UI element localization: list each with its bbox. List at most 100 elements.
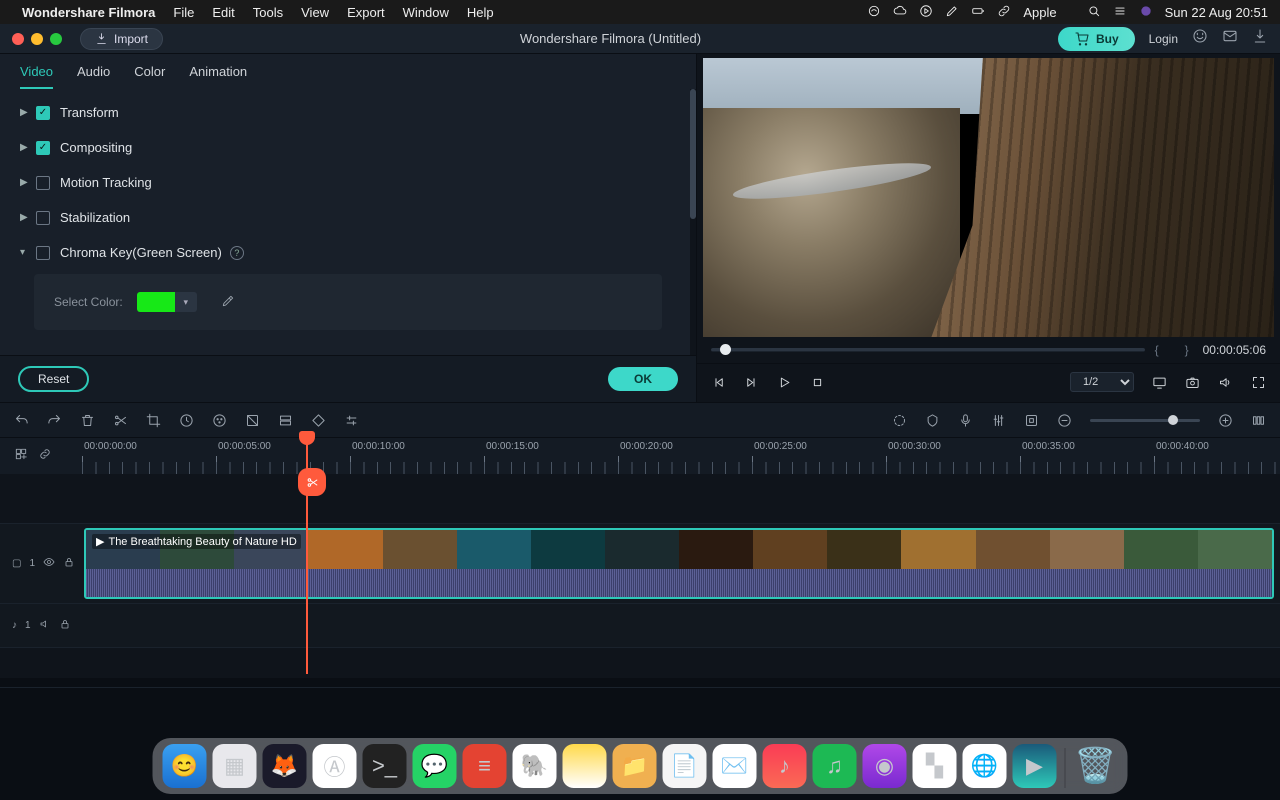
menu-view[interactable]: View xyxy=(301,5,329,20)
checkbox-chroma-key[interactable] xyxy=(36,246,50,260)
record-voiceover-icon[interactable] xyxy=(958,413,973,428)
status-pen-icon[interactable] xyxy=(945,4,959,21)
dock-app-notes[interactable] xyxy=(563,744,607,788)
login-link[interactable]: Login xyxy=(1149,32,1178,46)
zoom-out-icon[interactable] xyxy=(1057,413,1072,428)
app-name[interactable]: Wondershare Filmora xyxy=(22,5,155,20)
download-icon[interactable] xyxy=(1252,28,1268,49)
property-motion-tracking[interactable]: ▶ Motion Tracking xyxy=(14,165,682,200)
ok-button[interactable]: OK xyxy=(608,367,678,391)
status-control-center-icon[interactable] xyxy=(1113,4,1127,21)
dock-trash[interactable]: 🗑️ xyxy=(1074,744,1118,788)
menu-edit[interactable]: Edit xyxy=(212,5,234,20)
tab-color[interactable]: Color xyxy=(134,64,165,89)
prev-frame-button[interactable] xyxy=(711,375,726,390)
next-frame-button[interactable] xyxy=(744,375,759,390)
dock-app-evernote[interactable]: 🐘 xyxy=(513,744,557,788)
render-icon[interactable] xyxy=(892,413,907,428)
support-icon[interactable] xyxy=(1192,28,1208,49)
help-icon[interactable]: ? xyxy=(230,246,244,260)
mix-icon[interactable] xyxy=(1024,413,1039,428)
property-chroma-key[interactable]: ▾ Chroma Key(Green Screen) ? xyxy=(14,235,682,270)
dock-app-app-a[interactable]: Ⓐ xyxy=(313,744,357,788)
tab-animation[interactable]: Animation xyxy=(189,64,247,89)
import-button[interactable]: Import xyxy=(80,28,163,50)
audio-track-1[interactable]: ♪ 1 xyxy=(0,604,1280,648)
dock-app-launchpad[interactable]: ▦ xyxy=(213,744,257,788)
status-search-icon[interactable] xyxy=(1087,4,1101,21)
detach-icon[interactable] xyxy=(278,413,293,428)
display-icon[interactable] xyxy=(1152,375,1167,390)
menubar-clock[interactable]: Sun 22 Aug 20:51 xyxy=(1165,5,1268,20)
preview-scrubber[interactable] xyxy=(711,348,1145,352)
property-transform[interactable]: ▶ Transform xyxy=(14,95,682,130)
zoom-fit-icon[interactable] xyxy=(1251,413,1266,428)
track-visibility-icon[interactable] xyxy=(43,556,55,571)
track-mute-icon[interactable] xyxy=(39,618,51,633)
dock-app-firefox[interactable]: 🦊 xyxy=(263,744,307,788)
chevron-down-icon[interactable]: ▾ xyxy=(175,292,197,312)
dock-app-whatsapp[interactable]: 💬 xyxy=(413,744,457,788)
status-cloud-icon[interactable] xyxy=(893,4,907,21)
green-screen-icon[interactable] xyxy=(245,413,260,428)
speed-icon[interactable] xyxy=(179,413,194,428)
color-icon[interactable] xyxy=(212,413,227,428)
menu-export[interactable]: Export xyxy=(347,5,385,20)
dock-app-pages[interactable]: 📄 xyxy=(663,744,707,788)
timeline-link-icon[interactable] xyxy=(38,447,52,466)
checkbox-stabilization[interactable] xyxy=(36,211,50,225)
play-button[interactable] xyxy=(777,375,792,390)
preview-viewport[interactable] xyxy=(703,58,1274,337)
checkbox-transform[interactable] xyxy=(36,106,50,120)
menu-tools[interactable]: Tools xyxy=(253,5,283,20)
zoom-in-icon[interactable] xyxy=(1218,413,1233,428)
track-lock-icon[interactable] xyxy=(59,618,71,633)
property-stabilization[interactable]: ▶ Stabilization xyxy=(14,200,682,235)
status-cast-icon[interactable] xyxy=(867,4,881,21)
status-text[interactable]: Apple xyxy=(1023,5,1056,20)
reset-button[interactable]: Reset xyxy=(18,366,89,392)
timeline-ruler[interactable]: 00:00:00:00 00:00:05:00 00:00:10:00 00:0… xyxy=(82,438,1280,474)
dock-app-terminal[interactable]: >_ xyxy=(363,744,407,788)
fullscreen-icon[interactable] xyxy=(1251,375,1266,390)
dock-app-mail[interactable]: ✉️ xyxy=(713,744,757,788)
dock-app-spotify[interactable]: ♫ xyxy=(813,744,857,788)
mark-in-out-icon[interactable]: { } xyxy=(1155,343,1193,357)
dock-app-finder[interactable]: 😊 xyxy=(163,744,207,788)
eyedropper-icon[interactable] xyxy=(221,294,235,311)
redo-icon[interactable] xyxy=(47,413,62,428)
tab-audio[interactable]: Audio xyxy=(77,64,110,89)
audio-mixer-icon[interactable] xyxy=(991,413,1006,428)
checkbox-compositing[interactable] xyxy=(36,141,50,155)
status-siri-icon[interactable] xyxy=(1139,4,1153,21)
adjust-icon[interactable] xyxy=(344,413,359,428)
stop-button[interactable] xyxy=(810,375,825,390)
split-marker-icon[interactable] xyxy=(298,468,326,496)
crop-icon[interactable] xyxy=(146,413,161,428)
undo-icon[interactable] xyxy=(14,413,29,428)
dock-app-filmora[interactable]: ▶ xyxy=(1013,744,1057,788)
zoom-slider[interactable] xyxy=(1090,419,1200,422)
keyframe-icon[interactable] xyxy=(311,413,326,428)
tab-video[interactable]: Video xyxy=(20,64,53,89)
timeline-add-track-icon[interactable] xyxy=(14,447,28,466)
split-icon[interactable] xyxy=(113,413,128,428)
dock-app-todoist[interactable]: ≡ xyxy=(463,744,507,788)
window-traffic-lights[interactable] xyxy=(12,33,62,45)
snapshot-icon[interactable] xyxy=(1185,375,1200,390)
volume-icon[interactable] xyxy=(1218,375,1233,390)
video-track-1[interactable]: ▢ 1 ▶ The Breathtaking Beauty of Nature … xyxy=(0,524,1280,604)
dock-app-folder[interactable]: 📁 xyxy=(613,744,657,788)
buy-button[interactable]: Buy xyxy=(1058,27,1135,51)
menu-help[interactable]: Help xyxy=(467,5,494,20)
menu-file[interactable]: File xyxy=(173,5,194,20)
checkbox-motion-tracking[interactable] xyxy=(36,176,50,190)
dock-app-chess[interactable]: ▚ xyxy=(913,744,957,788)
color-picker[interactable]: ▾ xyxy=(137,292,197,312)
playback-speed-select[interactable]: 1/2 xyxy=(1070,372,1134,392)
messages-icon[interactable] xyxy=(1222,28,1238,49)
panel-scrollbar[interactable] xyxy=(690,89,696,355)
dock-app-music[interactable]: ♪ xyxy=(763,744,807,788)
status-link-icon[interactable] xyxy=(997,4,1011,21)
track-lock-icon[interactable] xyxy=(63,556,75,571)
